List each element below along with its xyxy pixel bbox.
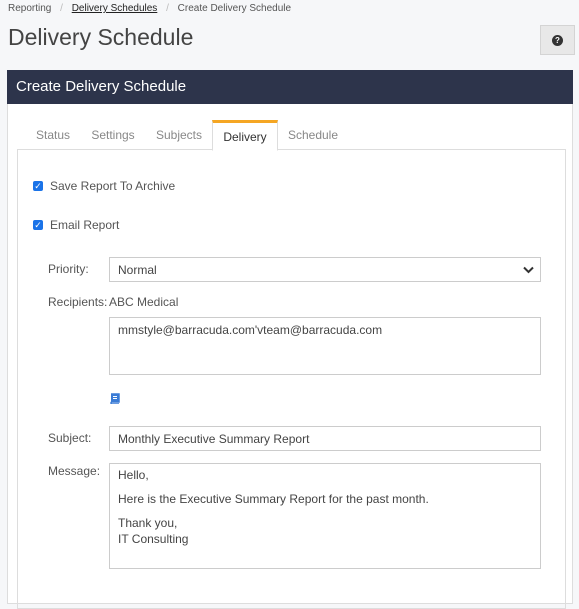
tab-delivery[interactable]: Delivery	[212, 120, 278, 151]
save-archive-label: Save Report To Archive	[50, 179, 176, 193]
tab-settings[interactable]: Settings	[86, 120, 140, 150]
message-line: IT Consulting	[118, 532, 189, 546]
message-label: Message:	[48, 464, 101, 478]
page-title: Delivery Schedule	[8, 24, 194, 50]
breadcrumb-reporting[interactable]: Reporting	[8, 3, 51, 14]
message-line	[118, 507, 532, 515]
message-line	[118, 483, 532, 491]
email-report-checkbox[interactable]: ✓	[33, 220, 43, 230]
subject-label: Subject:	[48, 431, 92, 445]
priority-select[interactable]: Normal	[109, 257, 541, 282]
recipients-textarea[interactable]: mmstyle@barracuda.com'vteam@barracuda.co…	[109, 317, 541, 375]
message-line: Hello,	[118, 468, 149, 482]
subject-input[interactable]: Monthly Executive Summary Report	[109, 426, 541, 451]
address-book-icon[interactable]	[109, 393, 120, 404]
save-archive-checkbox[interactable]: ✓	[33, 181, 43, 191]
breadcrumb-separator: /	[166, 3, 169, 14]
priority-value: Normal	[118, 263, 157, 277]
chevron-down-icon	[523, 266, 534, 274]
breadcrumb-current: Create Delivery Schedule	[177, 3, 292, 14]
tab-status[interactable]: Status	[30, 120, 76, 150]
message-line: Here is the Executive Summary Report for…	[118, 492, 429, 506]
priority-label: Priority:	[48, 262, 89, 276]
recipients-label: Recipients:	[48, 295, 108, 309]
breadcrumb-delivery-schedules[interactable]: Delivery Schedules	[72, 3, 158, 14]
tab-schedule[interactable]: Schedule	[284, 120, 342, 150]
tab-subjects[interactable]: Subjects	[150, 120, 208, 150]
breadcrumb-separator: /	[60, 3, 63, 14]
help-button[interactable]: ?	[540, 25, 575, 55]
message-textarea[interactable]: Hello, Here is the Executive Summary Rep…	[109, 463, 541, 569]
breadcrumb: Reporting / Delivery Schedules / Create …	[8, 3, 291, 14]
panel-title: Create Delivery Schedule	[7, 70, 573, 104]
question-circle-icon: ?	[552, 34, 563, 46]
recipients-company: ABC Medical	[109, 295, 179, 309]
email-report-label: Email Report	[50, 218, 120, 232]
message-line: Thank you,	[118, 516, 178, 530]
